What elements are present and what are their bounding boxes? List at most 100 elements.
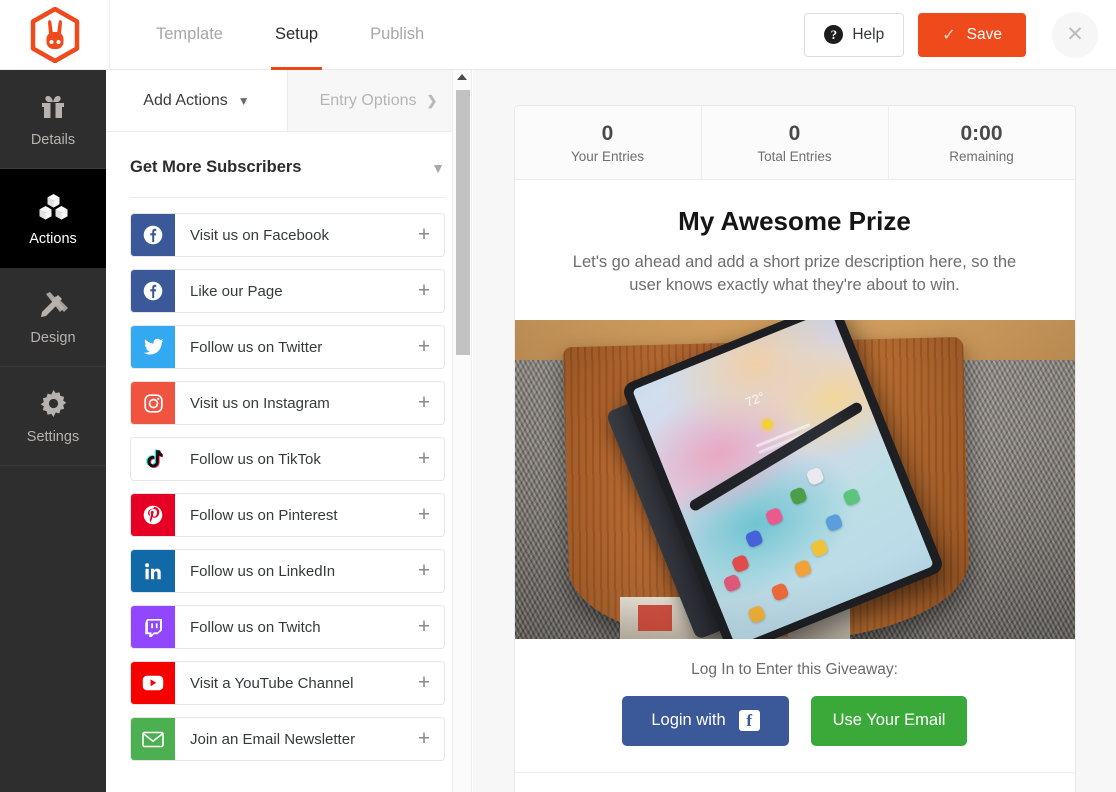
facebook-login-button[interactable]: Login with f <box>622 695 789 746</box>
sidebar-item-design[interactable]: Design <box>0 268 106 367</box>
stat-your-entries: 0 Your Entries <box>515 106 701 179</box>
action-item-label: Follow us on LinkedIn <box>190 562 336 580</box>
chevron-down-icon: ▼ <box>237 93 250 108</box>
nav-tab-publish-label: Publish <box>370 25 425 43</box>
email-login-label: Use Your Email <box>832 711 946 730</box>
stat-total-entries: 0 Total Entries <box>700 106 888 179</box>
facebook-icon <box>131 214 175 256</box>
add-action-plus-icon[interactable]: + <box>404 335 444 359</box>
action-item-label: Like our Page <box>190 282 283 300</box>
action-item-label: Follow us on Pinterest <box>190 506 338 524</box>
main-nav-tabs: Template Setup Publish <box>130 0 450 70</box>
tab-entry-options-label: Entry Options <box>319 91 417 109</box>
add-action-plus-icon[interactable]: + <box>404 727 444 751</box>
add-action-plus-icon[interactable]: + <box>404 447 444 471</box>
envelope-icon <box>131 718 175 760</box>
action-item-join-email-newsletter[interactable]: Join an Email Newsletter + <box>130 717 445 761</box>
prize-description: Let's go ahead and add a short prize des… <box>572 253 1017 295</box>
photo-vignette <box>514 319 1075 639</box>
tab-entry-options[interactable]: Entry Options ❯ <box>287 70 469 131</box>
sidebar-item-settings[interactable]: Settings <box>0 367 106 466</box>
stat-value: 0:00 <box>960 121 1003 145</box>
panel-scrollbar[interactable] <box>452 70 472 792</box>
scroll-up-arrow-icon[interactable] <box>457 74 467 80</box>
action-item-visit-facebook[interactable]: Visit us on Facebook + <box>130 213 445 257</box>
giveaway-preview-area: 0 Your Entries 0 Total Entries 0:00 Rema… <box>473 70 1116 792</box>
action-item-like-our-page[interactable]: Like our Page + <box>130 269 445 313</box>
left-sidebar: Details Actions Design Settings <box>0 70 106 792</box>
sidebar-item-details[interactable]: Details <box>0 70 106 169</box>
giveaway-card: 0 Your Entries 0 Total Entries 0:00 Rema… <box>513 105 1076 792</box>
save-button-label: Save <box>966 25 1002 43</box>
action-item-visit-youtube[interactable]: Visit a YouTube Channel + <box>130 661 445 705</box>
question-mark-circle-icon: ? <box>824 25 844 44</box>
rabbit-hexagon-logo-icon <box>29 6 81 63</box>
nav-tab-setup[interactable]: Setup <box>249 0 344 70</box>
nav-tab-setup-label: Setup <box>274 25 319 43</box>
chevron-right-icon: ❯ <box>426 92 438 108</box>
stat-label: Remaining <box>949 148 1014 164</box>
sidebar-item-design-label: Design <box>30 329 76 346</box>
action-item-follow-pinterest[interactable]: Follow us on Pinterest + <box>130 493 445 537</box>
close-x-icon: ✕ <box>1066 23 1084 46</box>
action-item-label: Visit a YouTube Channel <box>190 674 354 692</box>
action-item-label: Follow us on Twitter <box>190 338 323 356</box>
stat-label: Total Entries <box>757 148 832 164</box>
stat-value: 0 <box>788 121 801 145</box>
close-button[interactable]: ✕ <box>1052 11 1098 58</box>
action-item-label: Visit us on Facebook <box>190 226 329 244</box>
prize-title: My Awesome Prize <box>678 206 911 236</box>
sidebar-item-settings-label: Settings <box>26 428 80 445</box>
twitter-icon <box>131 326 175 368</box>
action-item-follow-tiktok[interactable]: Follow us on TikTok + <box>130 437 445 481</box>
sidebar-item-actions[interactable]: Actions <box>0 169 106 268</box>
card-footer <box>514 771 1075 792</box>
scrollbar-thumb[interactable] <box>456 90 470 355</box>
action-item-label: Visit us on Instagram <box>190 394 330 412</box>
nav-tab-template-label: Template <box>156 25 223 43</box>
login-section: Log In to Enter this Giveaway: Login wit… <box>515 639 1075 772</box>
facebook-login-label: Login with <box>651 711 726 730</box>
top-bar: Template Setup Publish ? Help ✓ Save ✕ <box>0 0 1116 70</box>
action-group-header[interactable]: Get More Subscribers ▼ <box>106 132 469 197</box>
login-buttons: Login with f Use Your Email <box>515 695 1075 746</box>
sidebar-item-actions-label: Actions <box>29 230 77 247</box>
tab-add-actions-label: Add Actions <box>143 91 228 109</box>
stat-remaining: 0:00 Remaining <box>887 106 1075 179</box>
nav-tab-publish[interactable]: Publish <box>344 0 450 70</box>
chevron-down-icon[interactable]: ▼ <box>431 160 445 176</box>
add-action-plus-icon[interactable]: + <box>404 615 444 639</box>
youtube-icon <box>131 662 175 704</box>
gift-icon <box>38 91 68 123</box>
action-item-follow-twitch[interactable]: Follow us on Twitch + <box>130 605 445 649</box>
add-action-plus-icon[interactable]: + <box>404 391 444 415</box>
add-action-plus-icon[interactable]: + <box>404 503 444 527</box>
help-button[interactable]: ? Help <box>804 12 905 57</box>
action-item-visit-instagram[interactable]: Visit us on Instagram + <box>130 381 445 425</box>
instagram-icon <box>131 382 175 424</box>
action-group-title: Get More Subscribers <box>130 158 302 176</box>
nav-tab-template[interactable]: Template <box>130 0 249 70</box>
add-action-plus-icon[interactable]: + <box>404 671 444 695</box>
linkedin-icon <box>131 550 175 592</box>
prize-image: 72° <box>514 319 1075 639</box>
checkmark-icon: ✓ <box>942 26 956 44</box>
twitch-icon <box>131 606 175 648</box>
add-action-plus-icon[interactable]: + <box>404 223 444 247</box>
action-item-follow-linkedin[interactable]: Follow us on LinkedIn + <box>130 549 445 593</box>
pinterest-icon <box>131 494 175 536</box>
email-login-button[interactable]: Use Your Email <box>811 695 967 746</box>
tab-add-actions[interactable]: Add Actions ▼ <box>106 70 287 131</box>
save-button[interactable]: ✓ Save <box>918 12 1026 57</box>
giveaway-builder-app: Template Setup Publish ? Help ✓ Save ✕ D… <box>0 0 1116 792</box>
actions-list: Visit us on Facebook + Like our Page + F… <box>106 198 469 761</box>
app-logo[interactable] <box>0 0 110 70</box>
pencil-ruler-icon <box>38 289 68 321</box>
blocks-cubes-icon <box>38 190 69 222</box>
add-action-plus-icon[interactable]: + <box>404 559 444 583</box>
action-item-label: Follow us on TikTok <box>190 450 321 468</box>
sidebar-item-details-label: Details <box>30 131 76 148</box>
gear-icon <box>39 388 68 420</box>
action-item-follow-twitter[interactable]: Follow us on Twitter + <box>130 325 445 369</box>
add-action-plus-icon[interactable]: + <box>404 279 444 303</box>
